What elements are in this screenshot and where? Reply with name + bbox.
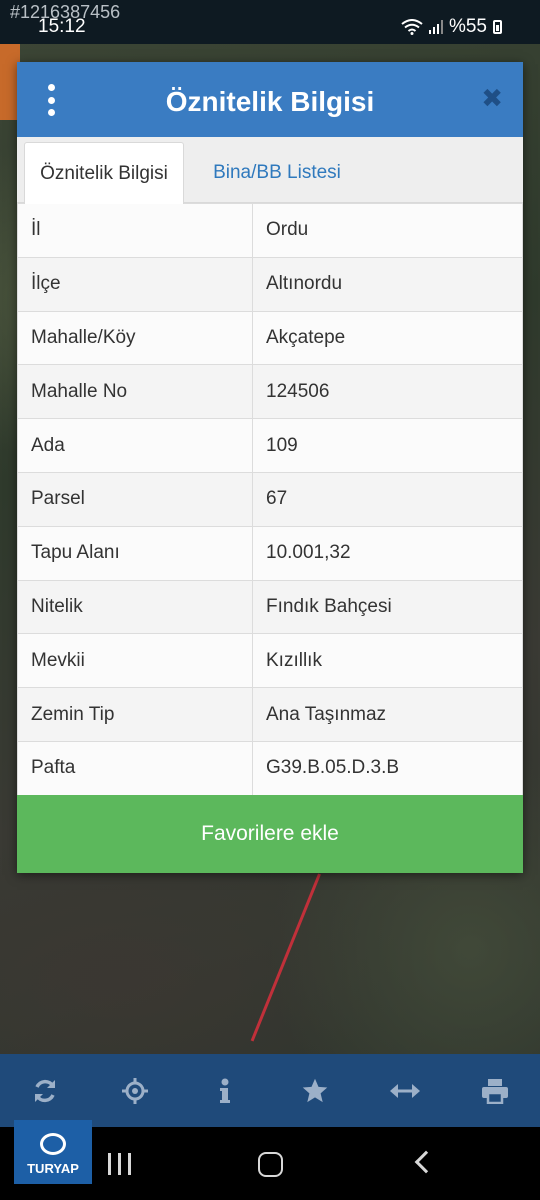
attribute-key: İlçe bbox=[17, 256, 253, 312]
wifi-icon bbox=[401, 19, 423, 35]
turyap-logo: TURYAP bbox=[14, 1120, 92, 1184]
add-to-favorites-button[interactable]: Favorilere ekle bbox=[17, 795, 523, 873]
close-icon[interactable]: ✖ bbox=[481, 84, 503, 112]
logo-text: TURYAP bbox=[27, 1161, 79, 1176]
attribute-value: Ana Taşınmaz bbox=[252, 687, 523, 742]
print-icon[interactable] bbox=[465, 1061, 525, 1121]
table-row: Pafta G39.B.05.D.3.B bbox=[17, 740, 523, 796]
attribute-value: Fındık Bahçesi bbox=[252, 579, 523, 635]
table-row: Parsel 67 bbox=[17, 471, 523, 527]
attribute-value: Altınordu bbox=[252, 256, 523, 312]
attribute-table: İl Ordu İlçe Altınordu Mahalle/Köy Akçatepe Ma… bbox=[17, 203, 523, 796]
battery-percent: %55 bbox=[448, 16, 487, 37]
attribute-value: G39.B.05.D.3.B bbox=[252, 740, 523, 796]
home-button[interactable] bbox=[258, 1152, 283, 1177]
attribute-key: İl bbox=[17, 203, 253, 258]
table-row: Mevkii Kızıllık bbox=[17, 633, 523, 689]
attribute-dialog: Öznitelik Bilgisi ✖ Öznitelik Bilgisi Bi… bbox=[17, 62, 523, 873]
attribute-key: Tapu Alanı bbox=[17, 525, 253, 581]
crosshair-icon[interactable] bbox=[105, 1061, 165, 1121]
table-row: Nitelik Fındık Bahçesi bbox=[17, 579, 523, 635]
attribute-value: Ordu bbox=[252, 203, 523, 258]
attribute-key: Mahalle No bbox=[17, 364, 253, 420]
status-bar: #1216387456 15:12 %55 bbox=[0, 0, 540, 44]
table-row: Ada 109 bbox=[17, 418, 523, 473]
attribute-key: Pafta bbox=[17, 740, 253, 796]
info-icon[interactable] bbox=[195, 1061, 255, 1121]
attribute-key: Nitelik bbox=[17, 579, 253, 635]
tab-bar: Öznitelik Bilgisi Bina/BB Listesi bbox=[17, 137, 523, 204]
tab-attribute-info[interactable]: Öznitelik Bilgisi bbox=[24, 142, 184, 204]
attribute-value: 109 bbox=[252, 418, 523, 473]
logo-mark-icon bbox=[40, 1133, 66, 1155]
table-row: Mahalle/Köy Akçatepe bbox=[17, 310, 523, 366]
table-row: Mahalle No 124506 bbox=[17, 364, 523, 420]
tab-building-list[interactable]: Bina/BB Listesi bbox=[192, 142, 362, 204]
dialog-header: Öznitelik Bilgisi ✖ bbox=[17, 62, 523, 137]
signal-icon bbox=[428, 20, 443, 34]
attribute-key: Zemin Tip bbox=[17, 687, 253, 742]
attribute-value: Kızıllık bbox=[252, 633, 523, 689]
attribute-key: Mevkii bbox=[17, 633, 253, 689]
attribute-key: Mahalle/Köy bbox=[17, 310, 253, 366]
bottom-toolbar bbox=[0, 1054, 540, 1127]
attribute-key: Ada bbox=[17, 418, 253, 473]
recents-button[interactable] bbox=[108, 1153, 131, 1175]
measure-icon[interactable] bbox=[375, 1061, 435, 1121]
status-time: 15:12 bbox=[38, 16, 86, 37]
battery-icon bbox=[493, 20, 502, 34]
attribute-value: 10.001,32 bbox=[252, 525, 523, 581]
table-row: İl Ordu bbox=[17, 203, 523, 258]
table-row: Zemin Tip Ana Taşınmaz bbox=[17, 687, 523, 742]
attribute-value: Akçatepe bbox=[252, 310, 523, 366]
attribute-value: 67 bbox=[252, 471, 523, 527]
refresh-icon[interactable] bbox=[15, 1061, 75, 1121]
table-row: Tapu Alanı 10.001,32 bbox=[17, 525, 523, 581]
status-indicators: %55 bbox=[401, 16, 502, 38]
star-icon[interactable] bbox=[285, 1061, 345, 1121]
attribute-key: Parsel bbox=[17, 471, 253, 527]
table-row: İlçe Altınordu bbox=[17, 256, 523, 312]
dialog-title: Öznitelik Bilgisi bbox=[165, 86, 375, 117]
attribute-value: 124506 bbox=[252, 364, 523, 420]
